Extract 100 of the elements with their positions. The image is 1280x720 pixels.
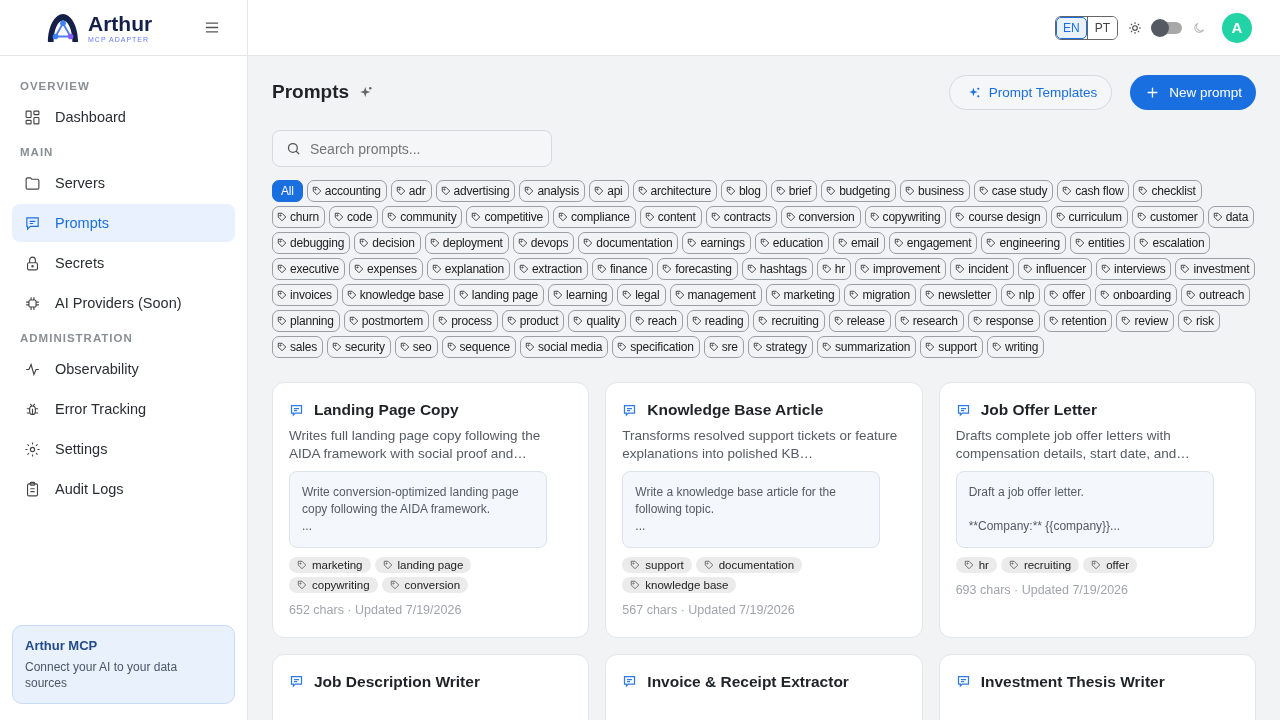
sidebar-item[interactable]: Dashboard xyxy=(12,98,235,136)
tag-filter[interactable]: outreach xyxy=(1181,284,1251,306)
tag-filter[interactable]: content xyxy=(639,206,702,228)
tag-filter[interactable]: knowledge base xyxy=(341,284,450,306)
tag-filter[interactable]: explanation xyxy=(426,258,510,280)
sidebar-item[interactable]: Settings xyxy=(12,430,235,468)
sidebar-item[interactable]: Prompts xyxy=(12,204,235,242)
tag-filter[interactable]: community xyxy=(382,206,463,228)
tag-filter[interactable]: deployment xyxy=(424,232,509,254)
tag-filter[interactable]: legal xyxy=(617,284,666,306)
tag-filter[interactable]: sre xyxy=(703,336,744,358)
tag-filter[interactable]: checklist xyxy=(1133,180,1202,202)
tag-filter[interactable]: newsletter xyxy=(920,284,997,306)
prompt-card[interactable]: Investment Thesis Writer xyxy=(938,653,1256,720)
tag-filter[interactable]: interviews xyxy=(1096,258,1172,280)
tag-filter[interactable]: retention xyxy=(1043,310,1113,332)
tag-filter[interactable]: architecture xyxy=(632,180,717,202)
sidebar-item[interactable]: Error Tracking xyxy=(12,390,235,428)
prompt-card[interactable] xyxy=(605,382,923,638)
tag-filter[interactable]: marketing xyxy=(765,284,841,306)
tag-filter[interactable]: onboarding xyxy=(1094,284,1177,306)
tag-filter[interactable]: sales xyxy=(272,336,323,358)
tag-filter[interactable]: risk xyxy=(1177,310,1220,332)
tag-filter[interactable]: expenses xyxy=(348,258,423,280)
tag-filter[interactable]: devops xyxy=(512,232,575,254)
tag-filter[interactable]: product xyxy=(501,310,565,332)
sidebar-item[interactable]: Observability xyxy=(12,350,235,388)
sidebar-item[interactable]: AI Providers (Soon) xyxy=(12,284,235,322)
tag-filter[interactable]: curriculum xyxy=(1050,206,1128,228)
tag-filter[interactable]: nlp xyxy=(1000,284,1041,306)
tag-filter[interactable]: data xyxy=(1207,206,1255,228)
tag-filter[interactable]: postmortem xyxy=(343,310,430,332)
prompt-card[interactable]: Invoice & Receipt Extractor xyxy=(605,653,923,720)
tag-filter[interactable]: quality xyxy=(568,310,626,332)
tag-filter[interactable]: review xyxy=(1116,310,1174,332)
tag-filter[interactable]: recruiting xyxy=(753,310,825,332)
tag-filter[interactable]: executive xyxy=(272,258,345,280)
tag-filter[interactable]: seo xyxy=(394,336,438,358)
sidebar-item[interactable]: Secrets xyxy=(12,244,235,282)
tag-filter[interactable]: sequence xyxy=(441,336,516,358)
tag-filter[interactable]: reach xyxy=(629,310,683,332)
tag-filter[interactable]: learning xyxy=(548,284,614,306)
tag-filter[interactable]: response xyxy=(967,310,1040,332)
language-button[interactable]: PT xyxy=(1086,16,1117,39)
tag-filter[interactable]: engagement xyxy=(888,232,978,254)
tag-filter[interactable]: planning xyxy=(272,310,340,332)
tag-filter[interactable]: contracts xyxy=(705,206,777,228)
tag-filter[interactable]: brief xyxy=(770,180,818,202)
new-prompt-button[interactable]: New prompt xyxy=(1130,74,1256,110)
tag-filter[interactable]: analysis xyxy=(519,180,586,202)
tag-filter[interactable]: process xyxy=(433,310,498,332)
tag-filter[interactable]: churn xyxy=(272,206,326,228)
tag-filter[interactable]: adr xyxy=(390,180,432,202)
tag-filter[interactable]: extraction xyxy=(513,258,588,280)
tag-filter[interactable]: decision xyxy=(354,232,421,254)
tag-filter[interactable]: earnings xyxy=(682,232,751,254)
sidebar-item[interactable]: Audit Logs xyxy=(12,470,235,508)
tag-filter[interactable]: specification xyxy=(612,336,700,358)
prompt-card[interactable]: Job Description Writer xyxy=(272,653,590,720)
tag-filter[interactable]: debugging xyxy=(272,232,351,254)
tag-filter[interactable]: research xyxy=(894,310,964,332)
tag-filter[interactable]: landing page xyxy=(453,284,545,306)
tag-filter[interactable]: management xyxy=(669,284,762,306)
tag-filter[interactable]: strategy xyxy=(747,336,813,358)
tag-filter[interactable]: compliance xyxy=(553,206,636,228)
prompt-card[interactable] xyxy=(272,382,590,638)
tag-filter[interactable]: finance xyxy=(591,258,654,280)
tag-filter[interactable]: entities xyxy=(1070,232,1131,254)
tag-filter[interactable]: case study xyxy=(973,180,1054,202)
tag-filter[interactable]: writing xyxy=(986,336,1045,358)
theme-toggle[interactable] xyxy=(1152,21,1182,34)
tag-filter[interactable]: code xyxy=(329,206,379,228)
tag-filter[interactable]: influencer xyxy=(1018,258,1093,280)
tag-filter[interactable]: reading xyxy=(686,310,750,332)
tag-filter[interactable]: conversion xyxy=(780,206,861,228)
tag-filter[interactable]: social media xyxy=(519,336,609,358)
tag-filter[interactable]: escalation xyxy=(1134,232,1211,254)
templates-button[interactable]: Prompt Templates xyxy=(948,74,1113,110)
tag-filter[interactable]: advertising xyxy=(435,180,516,202)
tag-filter[interactable]: education xyxy=(754,232,830,254)
tag-filter[interactable]: summarization xyxy=(816,336,917,358)
tag-filter[interactable]: hr xyxy=(816,258,852,280)
tag-filter[interactable]: budgeting xyxy=(821,180,897,202)
tag-filter[interactable]: business xyxy=(900,180,970,202)
tag-filter[interactable]: invoices xyxy=(272,284,338,306)
tag-filter[interactable]: forecasting xyxy=(657,258,738,280)
tag-filter[interactable]: hashtags xyxy=(741,258,813,280)
prompt-card[interactable]: Job Offer Letter Drafts complete job offer letters with compensation details, start date, and… Draft a job offer letter. **Company:** {{company}}... hr recruiting offer 693 chars · Updated 7/19/2026 xyxy=(938,382,1256,638)
tag-filter[interactable]: api xyxy=(589,180,629,202)
tag-filter[interactable]: offer xyxy=(1044,284,1091,306)
tag-filter[interactable]: support xyxy=(920,336,983,358)
menu-icon[interactable] xyxy=(205,22,219,33)
tag-filter[interactable]: documentation xyxy=(578,232,679,254)
language-button[interactable]: EN xyxy=(1056,16,1087,39)
search-field[interactable]: Search prompts... xyxy=(272,130,552,167)
tag-filter[interactable]: investment xyxy=(1175,258,1256,280)
tag-filter[interactable]: accounting xyxy=(306,180,387,202)
tag-filter[interactable]: release xyxy=(828,310,891,332)
tag-filter[interactable]: email xyxy=(833,232,885,254)
tag-filter[interactable]: security xyxy=(327,336,391,358)
